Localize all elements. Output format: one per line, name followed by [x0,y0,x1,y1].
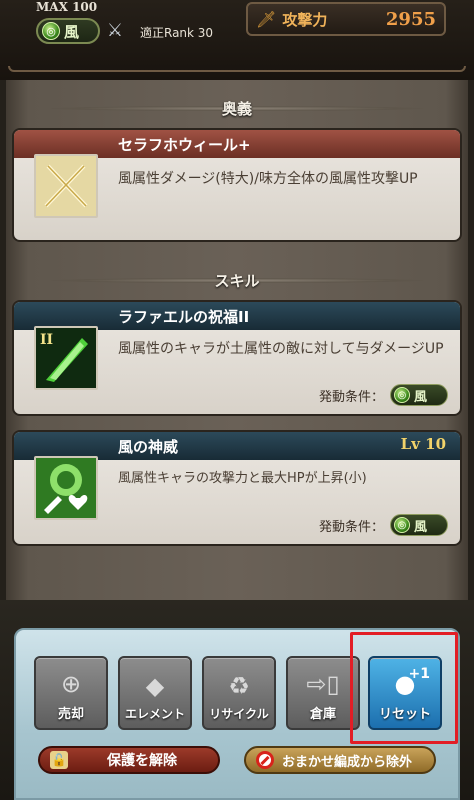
sell-icon: ⊕ [60,670,82,698]
wind-attack-hp-icon [34,456,98,520]
skill-heading-text: スキル [214,271,260,290]
header-frame [8,66,466,72]
skill-1-condition: 発動条件： ◎ 風 [319,384,448,406]
storage-icon: ⇨▯ [306,670,340,698]
unprotect-label: 保護を解除 [107,753,177,769]
condition-element: 風 [414,389,428,405]
condition-element-badge: ◎ 風 [390,514,448,536]
max-level-label: MAX 100 [36,0,98,14]
skill-1-description: 風属性のキャラが土属性の敵に対して与ダメージUP [118,341,444,357]
skill-card-2[interactable]: 風の神威 Lv 10 風属性キャラの攻撃力と最大HPが上昇(小) 発動条件： ◎… [12,430,462,546]
left-rail [0,80,6,600]
recycle-icon: ♻ [228,672,250,700]
condition-element: 風 [414,519,428,535]
storage-label: 倉庫 [309,707,336,722]
sell-label: 売却 [57,707,84,722]
exclude-auto-button[interactable]: おまかせ編成から除外 [244,746,436,774]
attack-value: 2955 [385,8,436,30]
skill-level: Lv 10 [400,435,446,453]
skill-2-description: 風属性キャラの攻撃力と最大HPが上昇(小) [118,471,367,486]
recycle-button[interactable]: ♻ リサイクル [202,656,276,730]
crossed-swords-icon [34,154,98,218]
right-rail [468,80,474,600]
ougi-heading: 奥義 [50,98,424,118]
condition-label: 発動条件： [318,389,384,405]
wind-element-icon: ◎ [42,22,60,40]
unlock-icon: 🔓 [50,751,68,769]
ougi-heading-text: 奥義 [221,99,252,118]
skill-card-1[interactable]: ラファエルの祝福II II 風属性のキャラが土属性の敵に対して与ダメージUP 発… [12,300,462,416]
weapon-type-icon: ⚔ [106,20,124,41]
element-label: 風 [64,22,80,41]
detail-scroll-area[interactable]: 奥義 セラフホウィール+ 風属性ダメージ(特大)/味方全体の風属性攻撃UP スキ… [0,80,474,600]
wind-element-icon: ◎ [394,387,410,403]
svg-text:II: II [40,332,53,348]
skill-2-condition: 発動条件： ◎ 風 [319,514,448,536]
sword-icon: 🗡 [256,9,277,29]
condition-element-badge: ◎ 風 [390,384,448,406]
element-label: エレメント [124,707,185,721]
weapon-header: MAX 100 ◎ 風 ⚔ 適正Rank 30 🗡 攻撃力 2955 [0,0,474,80]
exclude-auto-label: おまかせ編成から除外 [282,754,413,770]
green-blade-icon: II [34,326,98,390]
ougi-description: 風属性ダメージ(特大)/味方全体の風属性攻撃UP [118,171,418,187]
sell-button[interactable]: ⊕ 売却 [34,656,108,730]
crystal-icon: ◆ [145,672,165,700]
element-button[interactable]: ◆ エレメント [118,656,192,730]
attack-stat: 🗡 攻撃力 2955 [246,2,446,36]
skill-heading: スキル [50,270,424,290]
rank-label: 適正Rank 30 [140,26,214,40]
reset-highlight-frame [350,632,458,744]
prohibited-icon [256,751,274,769]
recycle-label: リサイクル [209,707,269,721]
unprotect-button[interactable]: 🔓 保護を解除 [38,746,220,774]
storage-button[interactable]: ⇨▯ 倉庫 [286,656,360,730]
condition-label: 発動条件： [318,519,384,535]
attack-label: 攻撃力 [282,10,328,29]
wind-element-icon: ◎ [394,517,410,533]
element-badge: ◎ 風 [36,18,100,44]
ougi-card[interactable]: セラフホウィール+ 風属性ダメージ(特大)/味方全体の風属性攻撃UP [12,128,462,242]
